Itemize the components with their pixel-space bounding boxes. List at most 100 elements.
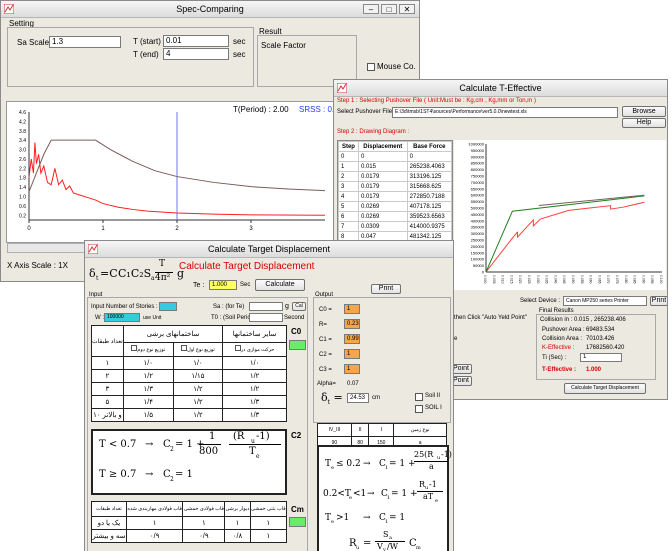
delta-t-symbol: δt = [321, 391, 343, 407]
c0-section-label: C0 [291, 327, 302, 336]
c0-cell: ۱/۱۵ [172, 369, 224, 383]
ti-input[interactable]: 1 [580, 353, 622, 362]
x-tick-label: 0.085 [633, 275, 637, 284]
table-row[interactable]: 1 0.015 265238.4063 [338, 161, 452, 172]
t0-input[interactable] [249, 313, 283, 322]
calc-target-displacement-button[interactable]: Calculate Target Displacement [564, 383, 646, 394]
cm-cell: ۱ [182, 516, 226, 530]
c0-cell: ۱/۲ [222, 382, 287, 396]
cm-head-cell: قاب بتنی خمشی [249, 501, 288, 517]
minimize-button[interactable]: – [363, 4, 379, 14]
device-select[interactable]: Canon MP250 series Printer [563, 296, 647, 306]
parallel-motion-checkbox[interactable] [234, 345, 241, 352]
step2-label: Step 2 : Drawing Diagram : [337, 129, 410, 135]
c2-section-label: C2 [291, 431, 302, 440]
c0-sub3-label: توزیع نوع دوم [137, 347, 166, 354]
target-window-title: Calculate Target Displacement [208, 244, 330, 254]
c1-sym3-sub: 1 [385, 519, 389, 525]
maximize-button[interactable]: □ [381, 4, 397, 14]
c0-cell: ۲ [91, 369, 124, 383]
cm-head-cell: قاب فولادی خمشی [182, 501, 226, 517]
c1-den2: aT [423, 492, 434, 501]
table-row[interactable]: 5 0.0269 407178.125 [338, 201, 452, 212]
table-row[interactable]: 000 [338, 151, 452, 162]
c0-row: ۱۰ و بالاتر ۱/۵ ۱/۲ ۱/۳ [91, 408, 287, 422]
dist-type1-checkbox[interactable] [181, 345, 188, 352]
formula-te-squared: T [159, 259, 166, 269]
table-row[interactable]: 7 0.0309 414000.9375 [338, 221, 452, 232]
ru-sub: u [356, 545, 360, 551]
sa-scale-input[interactable]: 1.3 [49, 36, 121, 48]
table-cell: 6 [338, 211, 359, 222]
t-start-input[interactable]: 0.01 [163, 35, 229, 47]
c2-cond2: T ≥ 0.7 [99, 469, 137, 480]
help-button[interactable]: Help [622, 118, 666, 128]
c2-num1: 1 [209, 431, 216, 442]
t-end-input[interactable]: 4 [163, 48, 229, 60]
x-tick-label: 1 [101, 226, 105, 232]
browse-button[interactable]: Browse [622, 106, 666, 117]
table-cell: 0.0269 [357, 201, 408, 212]
x-tick-label: 0.015 [509, 275, 513, 284]
c1-cond3-b: >1 [336, 513, 350, 523]
c2-te-sub: e [256, 453, 260, 460]
y-tick-label: 1.0 [19, 195, 26, 201]
print-button-target[interactable]: Print [371, 284, 401, 294]
cm-cell: ۱ [125, 516, 184, 530]
target-titlebar[interactable]: Calculate Target Displacement [85, 241, 453, 258]
y-tick-label: 250000 [471, 238, 485, 243]
teff-titlebar[interactable]: Calculate T-Effective [334, 80, 667, 97]
c0-row: ۵ ۱/۴ ۱/۲ ۱/۳ [91, 395, 287, 409]
c0-output: 1 [344, 304, 360, 314]
stories-input[interactable] [159, 302, 177, 311]
te-input[interactable]: 1.000 [209, 280, 237, 290]
close-button[interactable]: ✕ [399, 4, 415, 14]
sa-cal-button[interactable]: Cal [292, 302, 306, 311]
sa-input[interactable] [249, 302, 283, 311]
cm-cell: ۱ [249, 529, 288, 543]
table-row[interactable]: 4 0.0179 272850.7188 [338, 191, 452, 202]
table-row[interactable]: 6 0.0269 359523.6563 [338, 211, 452, 222]
table-cell: 0 [357, 151, 408, 162]
c3-output: 1 [344, 364, 360, 374]
collision-area-label: Collision Area : [542, 336, 583, 342]
file-path-input[interactable]: E:\3d\tmsb\1ST4\sources\Performance\ver5… [392, 107, 618, 118]
table-cell: 0.015 [357, 161, 408, 172]
c1-formula-box: Te ≤ 0.2 → C1 = 1 + 25(R u -1) a 0.2<T e <… [317, 445, 452, 551]
w-input[interactable]: 100000 [104, 313, 140, 322]
spec-titlebar[interactable]: Spec-Comparing – □ ✕ [1, 1, 419, 18]
x-tick-label: 0.010 [501, 275, 505, 284]
c1-num1: 25(R [414, 450, 434, 459]
c0-sub2-label: توزیع نوع اول [187, 347, 215, 354]
target-formula: δ t =C C₁C₂S a T 4π² g [89, 259, 184, 289]
teff-window-title: Calculate T-Effective [459, 83, 542, 93]
x-tick-label: 0.005 [492, 275, 496, 284]
mouse-checkbox[interactable] [367, 63, 375, 71]
c0-cell: ۱/۴ [122, 395, 174, 409]
table-row[interactable]: 3 0.0179 315668.625 [338, 181, 452, 192]
c0-table: تعداد طبقات ساختمانهای برشی سایر ساختمان… [91, 325, 287, 422]
cm-cell: سه و بیشتر [91, 529, 127, 543]
y-tick-label: 200000 [471, 244, 485, 249]
target-displacement-window: Calculate Target Displacement δ t =C C₁C₂S a… [84, 240, 454, 551]
c2-ru: (R [233, 431, 245, 442]
table-row[interactable]: 2 0.0179 313196.125 [338, 171, 452, 182]
c0-cell: ۱/۲ [172, 408, 224, 422]
x-axis-scale-text: X Axis Scale : 1X [7, 261, 68, 270]
dist-type2-checkbox[interactable] [131, 345, 138, 352]
cm-head-cell: تعداد طبقات [91, 501, 127, 517]
print-button[interactable]: Print [650, 296, 667, 306]
soil1-checkbox[interactable] [415, 405, 423, 413]
table-cell: 0.0179 [357, 191, 408, 202]
c0-sub3: توزیع نوع دوم [122, 341, 174, 358]
soil2-checkbox[interactable] [415, 393, 423, 401]
cm-cell: ۱ [249, 516, 288, 530]
period-text: T(Period) : 2.00 [233, 105, 289, 114]
y-tick-label: 150000 [471, 250, 485, 255]
calculate-button[interactable]: Calculate [255, 279, 305, 291]
y-tick-label: 0.2 [19, 213, 26, 219]
soil-head-cell: IV_III [317, 423, 352, 437]
ti-label: Ti (Sec) : [542, 355, 567, 361]
c2-output-label: C2 = [319, 352, 332, 358]
app-icon [4, 4, 14, 14]
